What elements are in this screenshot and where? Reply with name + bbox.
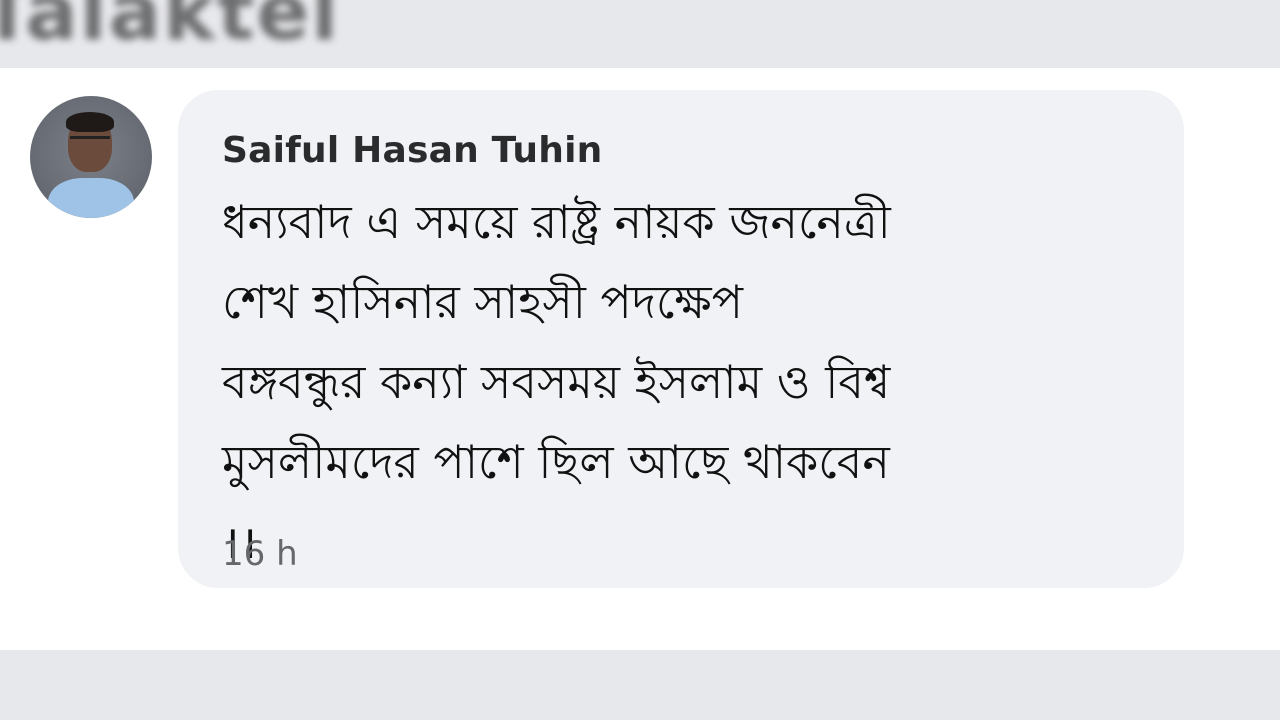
- blurred-page-title: Talaktel: [0, 0, 340, 58]
- comment-message: ধন্যবাদ এ সময়ে রাষ্ট্র নায়ক জননেত্রী শ…: [222, 195, 891, 569]
- comment-bubble: Saiful Hasan Tuhin ধন্যবাদ এ সময়ে রাষ্ট…: [178, 90, 1184, 588]
- bottom-divider-strip: [0, 650, 1280, 720]
- comment: Saiful Hasan Tuhin ধন্যবাদ এ সময়ে রাষ্ট…: [0, 68, 1280, 650]
- comment-timestamp[interactable]: 16 h: [222, 534, 298, 574]
- comment-author[interactable]: Saiful Hasan Tuhin: [222, 130, 602, 171]
- blurred-header-strip: Talaktel: [0, 0, 1280, 68]
- avatar-hair: [66, 112, 114, 132]
- avatar-shirt: [48, 178, 134, 218]
- avatar-glasses: [70, 136, 110, 147]
- avatar[interactable]: [30, 96, 152, 218]
